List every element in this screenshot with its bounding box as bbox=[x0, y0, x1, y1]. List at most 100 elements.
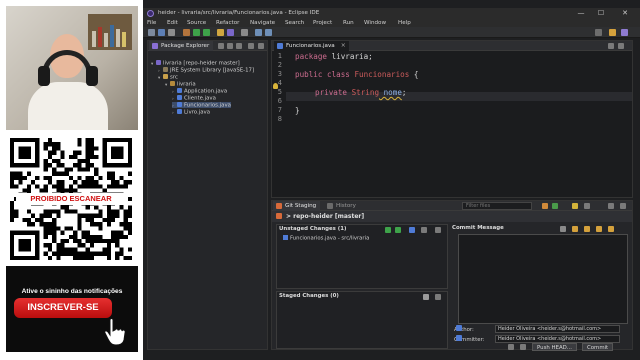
code-editor: Funcionarios.java × 1 2 3 4 5 6 7 8 pack… bbox=[271, 40, 633, 198]
close-tab-icon[interactable]: × bbox=[341, 41, 346, 51]
bell-reminder-text: Ative o sininho das notificações bbox=[21, 288, 123, 295]
author-input[interactable]: Heider Oliveira <heider.s@hotmail.com> bbox=[495, 325, 620, 333]
spellcheck-icon[interactable] bbox=[560, 226, 566, 232]
presentation-icon[interactable] bbox=[572, 203, 578, 209]
debug-icon[interactable] bbox=[183, 29, 190, 36]
menu-run[interactable]: Run bbox=[343, 19, 354, 27]
new-class-icon[interactable] bbox=[217, 29, 224, 36]
unstage-icon[interactable] bbox=[423, 294, 429, 300]
refresh-icon[interactable] bbox=[542, 203, 548, 209]
help-icon[interactable] bbox=[508, 344, 514, 350]
compare-icon[interactable] bbox=[552, 203, 558, 209]
line-number: 3 bbox=[277, 70, 282, 78]
save-all-icon[interactable] bbox=[168, 29, 175, 36]
forward-icon[interactable] bbox=[265, 29, 272, 36]
tree-node-src[interactable]: ▾ src bbox=[158, 74, 178, 81]
author-avatar-icon bbox=[456, 325, 462, 331]
sign-commit-icon[interactable] bbox=[608, 226, 614, 232]
tree-node-label: Cliente.java bbox=[184, 95, 216, 102]
more-options-icon[interactable] bbox=[435, 227, 441, 233]
tree-node-label: JRE System Library [JavaSE-17] bbox=[170, 67, 255, 74]
git-staging-view: Git Staging History Filter files > repo-… bbox=[271, 200, 633, 351]
tree-node-label: Livro.java bbox=[184, 109, 210, 116]
run-icon[interactable] bbox=[193, 29, 200, 36]
java-file-icon bbox=[283, 235, 288, 240]
title-bar: heider - livraria/src/livraria/Funcionar… bbox=[143, 8, 640, 19]
push-head-button[interactable]: Push HEAD... bbox=[532, 343, 577, 351]
tab-package-explorer[interactable]: Package Explorer bbox=[149, 41, 214, 51]
menu-window[interactable]: Window bbox=[364, 19, 386, 27]
tree-node-file[interactable]: › Cliente.java bbox=[172, 95, 216, 102]
run-as-icon[interactable] bbox=[203, 29, 210, 36]
menu-search[interactable]: Search bbox=[285, 19, 304, 27]
menu-navigate[interactable]: Navigate bbox=[250, 19, 275, 27]
code-line-5[interactable]: private String nome; bbox=[315, 88, 406, 97]
menu-help[interactable]: Help bbox=[398, 19, 411, 27]
subscribe-button[interactable]: INSCREVER-SE bbox=[14, 298, 112, 318]
tree-node-file[interactable]: › Livro.java bbox=[172, 109, 210, 116]
tree-view-icon[interactable] bbox=[409, 227, 415, 233]
menu-file[interactable]: File bbox=[147, 19, 156, 27]
committer-avatar-icon bbox=[456, 335, 462, 341]
menu-project[interactable]: Project bbox=[313, 19, 332, 27]
stage-all-icon[interactable] bbox=[395, 227, 401, 233]
commit-button[interactable]: Commit bbox=[582, 343, 614, 351]
collapse-all-icon[interactable] bbox=[218, 43, 224, 49]
menu-refactor[interactable]: Refactor bbox=[216, 19, 239, 27]
close-button[interactable]: ✕ bbox=[618, 9, 632, 18]
link-editor-icon[interactable] bbox=[227, 43, 233, 49]
maximize-editor-icon[interactable] bbox=[618, 43, 624, 49]
signed-off-icon[interactable] bbox=[584, 226, 590, 232]
tree-node-label: src bbox=[170, 74, 178, 81]
search-icon[interactable] bbox=[241, 29, 248, 36]
unstaged-file-item[interactable]: Funcionarios.java - src/livraria bbox=[283, 235, 369, 242]
commit-message-textarea[interactable] bbox=[458, 234, 628, 324]
settings-icon[interactable] bbox=[520, 344, 526, 350]
menu-source[interactable]: Source bbox=[187, 19, 206, 27]
minimize-view-icon[interactable] bbox=[608, 203, 614, 209]
lightbulb-warning-icon[interactable] bbox=[273, 83, 278, 89]
tree-node-package[interactable]: ▾ livraria bbox=[165, 81, 196, 88]
amend-icon[interactable] bbox=[572, 226, 578, 232]
sort-icon[interactable] bbox=[421, 227, 427, 233]
repository-icon bbox=[276, 213, 282, 219]
tree-node-file-selected[interactable]: › Funcionarios.java bbox=[172, 102, 231, 109]
view-menu-icon[interactable] bbox=[584, 203, 590, 209]
repository-bar: > repo-heider [master] bbox=[272, 211, 632, 222]
more-options-icon[interactable] bbox=[435, 294, 441, 300]
tree-node-jre[interactable]: › JRE System Library [JavaSE-17] bbox=[158, 67, 255, 74]
push-head-label: Push HEAD... bbox=[537, 345, 572, 351]
minimize-editor-icon[interactable] bbox=[608, 43, 614, 49]
tab-history[interactable]: History bbox=[324, 201, 360, 211]
tree-node-label: Application.java bbox=[184, 88, 228, 95]
minimize-button[interactable]: — bbox=[574, 9, 588, 18]
code-line-7[interactable]: } bbox=[295, 106, 300, 115]
view-menu-icon[interactable] bbox=[236, 43, 242, 49]
tab-git-staging[interactable]: Git Staging bbox=[273, 201, 321, 211]
tree-node-file[interactable]: › Application.java bbox=[172, 88, 228, 95]
maximize-button[interactable]: ☐ bbox=[594, 9, 608, 18]
quick-access-icon[interactable] bbox=[595, 29, 602, 36]
code-line-3[interactable]: public class Funcionarios { bbox=[295, 70, 418, 79]
tab-funcionarios-java[interactable]: Funcionarios.java × bbox=[274, 41, 349, 51]
commit-button-label: Commit bbox=[587, 345, 609, 351]
menu-edit[interactable]: Edit bbox=[167, 19, 178, 27]
maximize-view-icon[interactable] bbox=[620, 203, 626, 209]
minimize-view-icon[interactable] bbox=[248, 43, 254, 49]
tree-node-project[interactable]: ▾ livraria [repo-heider master] bbox=[151, 60, 240, 67]
committer-input[interactable]: Heider Oliveira <heider.s@hotmail.com> bbox=[495, 335, 620, 343]
stage-selected-icon[interactable] bbox=[385, 227, 391, 233]
code-line-1[interactable]: package livraria; bbox=[295, 52, 373, 61]
line-number: 2 bbox=[277, 61, 282, 69]
back-icon[interactable] bbox=[255, 29, 262, 36]
save-icon[interactable] bbox=[158, 29, 165, 36]
perspective-git-icon[interactable] bbox=[621, 29, 628, 36]
java-file-icon bbox=[277, 43, 283, 49]
filter-files-input[interactable]: Filter files bbox=[462, 202, 532, 210]
new-package-icon[interactable] bbox=[227, 29, 234, 36]
perspective-java-icon[interactable] bbox=[609, 29, 616, 36]
new-icon[interactable] bbox=[148, 29, 155, 36]
change-id-icon[interactable] bbox=[596, 226, 602, 232]
editor-tabbar: Funcionarios.java × bbox=[272, 41, 632, 51]
maximize-view-icon[interactable] bbox=[258, 43, 264, 49]
